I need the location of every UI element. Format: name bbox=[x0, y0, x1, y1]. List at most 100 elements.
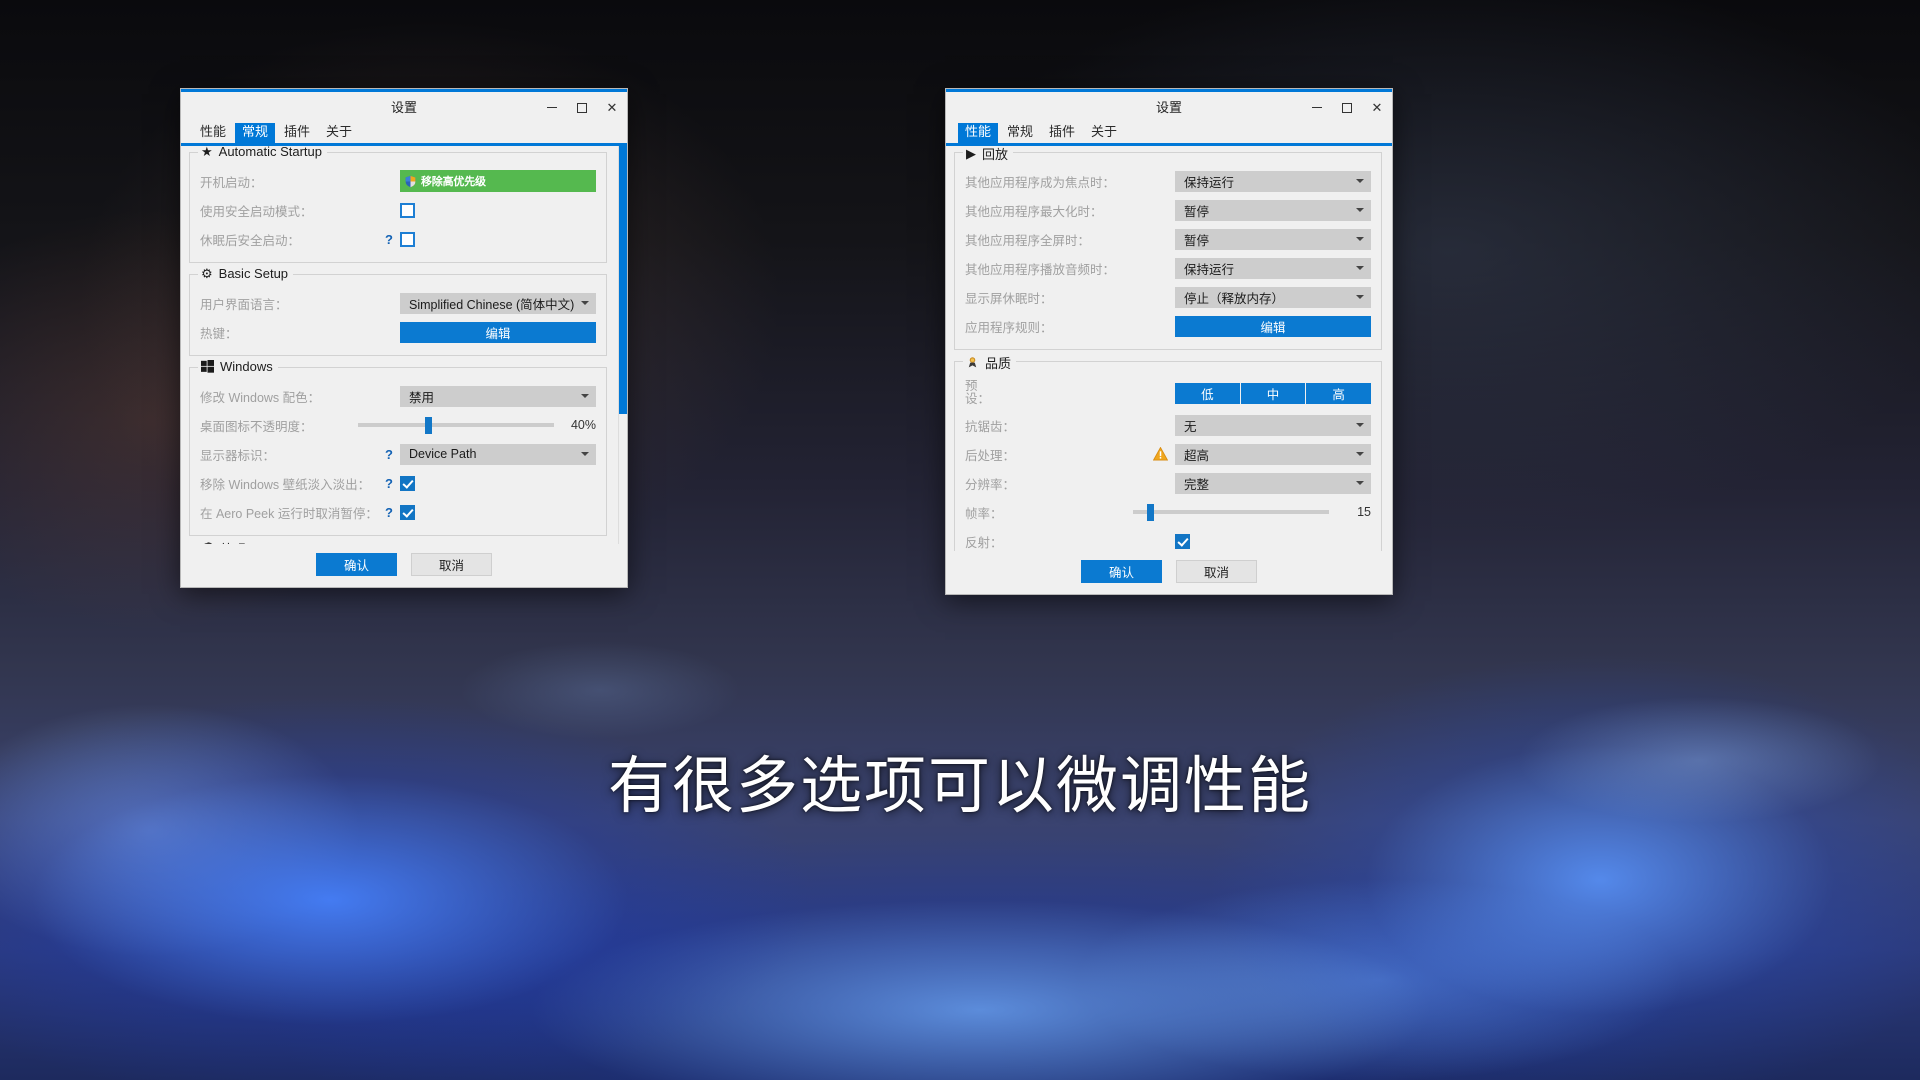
tab-plugins[interactable]: 插件 bbox=[1042, 120, 1082, 143]
app-rules-edit-button[interactable]: 编辑 bbox=[1175, 315, 1371, 337]
help-icon[interactable]: ? bbox=[385, 232, 393, 247]
other-app-maximized-dropdown[interactable]: 暂停 bbox=[1175, 199, 1371, 221]
row-label: 移除 Windows 壁纸淡入淡出： bbox=[200, 477, 371, 492]
tab-general[interactable]: 常规 bbox=[1000, 120, 1040, 143]
row-control: 编辑 bbox=[1175, 315, 1371, 337]
help-icon[interactable]: ? bbox=[385, 505, 393, 520]
warning-icon bbox=[1153, 447, 1168, 461]
tab-plugins[interactable]: 插件 bbox=[277, 120, 317, 143]
desktop-icon-opacity-slider[interactable] bbox=[358, 415, 554, 436]
chevron-down-icon bbox=[581, 452, 589, 456]
ok-button[interactable]: 确认 bbox=[316, 553, 397, 576]
group-playback: ▶ 回放 其他应用程序成为焦点时： 保持运行 其他应用程序最大化时： 暂停 其他… bbox=[954, 146, 1382, 350]
close-button[interactable]: ✕ bbox=[1362, 92, 1392, 123]
dropdown-value: Simplified Chinese (简体中文) bbox=[409, 297, 575, 312]
other-app-fullscreen-dropdown[interactable]: 暂停 bbox=[1175, 228, 1371, 250]
window-controls: ✕ bbox=[537, 92, 627, 123]
dropdown-value: Device Path bbox=[409, 447, 477, 461]
slider-thumb[interactable] bbox=[424, 416, 432, 434]
preset-high-button[interactable]: 高 bbox=[1306, 382, 1372, 404]
ok-button[interactable]: 确认 bbox=[1081, 560, 1162, 583]
maximize-button[interactable] bbox=[567, 92, 597, 123]
window-controls: ✕ bbox=[1302, 92, 1392, 123]
star-icon: ★ bbox=[201, 146, 213, 159]
settings-window-performance: 设置 ✕ 性能 常规 插件 关于 ▶ 回放 其他应用程序成为焦点时： 保持运行 … bbox=[945, 88, 1393, 595]
row-label: 其他应用程序全屏时： bbox=[965, 233, 1091, 248]
row-monitor-identification: 显示器标识： ? Device Path bbox=[200, 440, 596, 468]
hotkeys-edit-button[interactable]: 编辑 bbox=[400, 321, 596, 343]
vertical-scrollbar[interactable] bbox=[618, 146, 627, 544]
resolution-dropdown[interactable]: 完整 bbox=[1175, 472, 1371, 494]
other-app-focused-dropdown[interactable]: 保持运行 bbox=[1175, 170, 1371, 192]
safe-start-mode-checkbox[interactable] bbox=[400, 202, 415, 218]
minimize-button[interactable] bbox=[537, 92, 567, 123]
tab-general[interactable]: 常规 bbox=[235, 120, 276, 143]
chevron-down-icon bbox=[1356, 481, 1364, 485]
aero-peek-unpause-checkbox[interactable] bbox=[400, 504, 415, 520]
maximize-button[interactable] bbox=[1332, 92, 1362, 123]
tab-performance[interactable]: 性能 bbox=[958, 120, 999, 143]
row-control bbox=[400, 202, 596, 218]
video-subtitle: 有很多选项可以微调性能 bbox=[607, 749, 1312, 822]
window-footer: 确认 取消 bbox=[946, 551, 1392, 594]
title-bar[interactable]: 设置 ✕ bbox=[181, 92, 627, 123]
group-basic-setup: ⚙ Basic Setup 用户界面语言： Simplified Chinese… bbox=[189, 266, 607, 356]
post-processing-dropdown[interactable]: 超高 bbox=[1175, 443, 1371, 465]
cancel-button[interactable]: 取消 bbox=[411, 553, 492, 576]
slider-thumb[interactable] bbox=[1146, 503, 1154, 521]
chevron-down-icon bbox=[1356, 295, 1364, 299]
safe-start-after-hibernate-checkbox[interactable] bbox=[400, 231, 415, 247]
reflection-checkbox[interactable] bbox=[1175, 533, 1190, 549]
display-sleep-dropdown[interactable]: 停止（释放内存） bbox=[1175, 286, 1371, 308]
row-control: 移除高优先级 bbox=[400, 170, 596, 192]
group-label: Automatic Startup bbox=[218, 146, 322, 159]
framerate-slider[interactable] bbox=[1133, 502, 1329, 523]
tab-performance[interactable]: 性能 bbox=[193, 120, 233, 143]
row-control: ? Device Path bbox=[385, 443, 596, 465]
group-label: 外观 bbox=[220, 539, 246, 544]
chevron-down-icon bbox=[1356, 237, 1364, 241]
remove-wallpaper-fade-checkbox[interactable] bbox=[400, 475, 415, 491]
group-label: Windows bbox=[220, 359, 273, 374]
row-control: 超高 bbox=[1153, 443, 1371, 465]
row-label: 其他应用程序最大化时： bbox=[965, 204, 1103, 219]
row-control: 禁用 bbox=[400, 385, 596, 407]
help-icon[interactable]: ? bbox=[385, 447, 393, 462]
tab-about[interactable]: 关于 bbox=[1084, 120, 1124, 143]
row-control: 低 中 高 bbox=[1175, 382, 1372, 404]
row-control: Simplified Chinese (简体中文) bbox=[400, 292, 596, 314]
row-preset: 预 设： 低 中 高 bbox=[965, 376, 1372, 410]
preset-low-button[interactable]: 低 bbox=[1175, 382, 1241, 404]
row-app-rules: 应用程序规则： 编辑 bbox=[965, 312, 1371, 340]
minimize-button[interactable] bbox=[1302, 92, 1332, 123]
windows-colors-dropdown[interactable]: 禁用 bbox=[400, 385, 596, 407]
row-hotkeys: 热键： 编辑 bbox=[200, 318, 596, 346]
preset-medium-button[interactable]: 中 bbox=[1240, 382, 1307, 404]
quality-icon bbox=[968, 357, 977, 368]
settings-window-general: 设置 ✕ 性能 常规 插件 关于 ★ Automatic Startup 开机启… bbox=[180, 88, 628, 588]
monitor-identification-dropdown[interactable]: Device Path bbox=[400, 443, 596, 465]
scrollbar-thumb[interactable] bbox=[619, 146, 627, 414]
row-label: 热键： bbox=[200, 326, 238, 341]
other-app-audio-dropdown[interactable]: 保持运行 bbox=[1175, 257, 1371, 279]
button-label: 移除高优先级 bbox=[421, 176, 486, 188]
antialiasing-dropdown[interactable]: 无 bbox=[1175, 414, 1371, 436]
remove-high-priority-button[interactable]: 移除高优先级 bbox=[400, 170, 596, 192]
row-label: 其他应用程序成为焦点时： bbox=[965, 175, 1116, 190]
row-control: ? bbox=[385, 475, 596, 491]
row-other-app-fullscreen: 其他应用程序全屏时： 暂停 bbox=[965, 225, 1371, 253]
close-button[interactable]: ✕ bbox=[597, 92, 627, 123]
row-control bbox=[1175, 533, 1371, 549]
ui-language-dropdown[interactable]: Simplified Chinese (简体中文) bbox=[400, 292, 596, 314]
row-label: 显示器标识： bbox=[200, 448, 276, 463]
tab-about[interactable]: 关于 bbox=[319, 120, 359, 143]
title-bar[interactable]: 设置 ✕ bbox=[946, 92, 1392, 123]
cancel-button[interactable]: 取消 bbox=[1176, 560, 1257, 583]
row-control: 40% bbox=[358, 415, 596, 436]
windows-icon bbox=[201, 360, 214, 373]
help-icon[interactable]: ? bbox=[385, 476, 393, 491]
row-label: 在 Aero Peek 运行时取消暂停： bbox=[200, 506, 378, 521]
settings-scroll-area: ★ Automatic Startup 开机启动： 移除高优先级 使用安全启动模… bbox=[181, 146, 627, 544]
group-title-automatic-startup: ★ Automatic Startup bbox=[198, 146, 327, 159]
row-label: 反射： bbox=[965, 535, 1003, 550]
